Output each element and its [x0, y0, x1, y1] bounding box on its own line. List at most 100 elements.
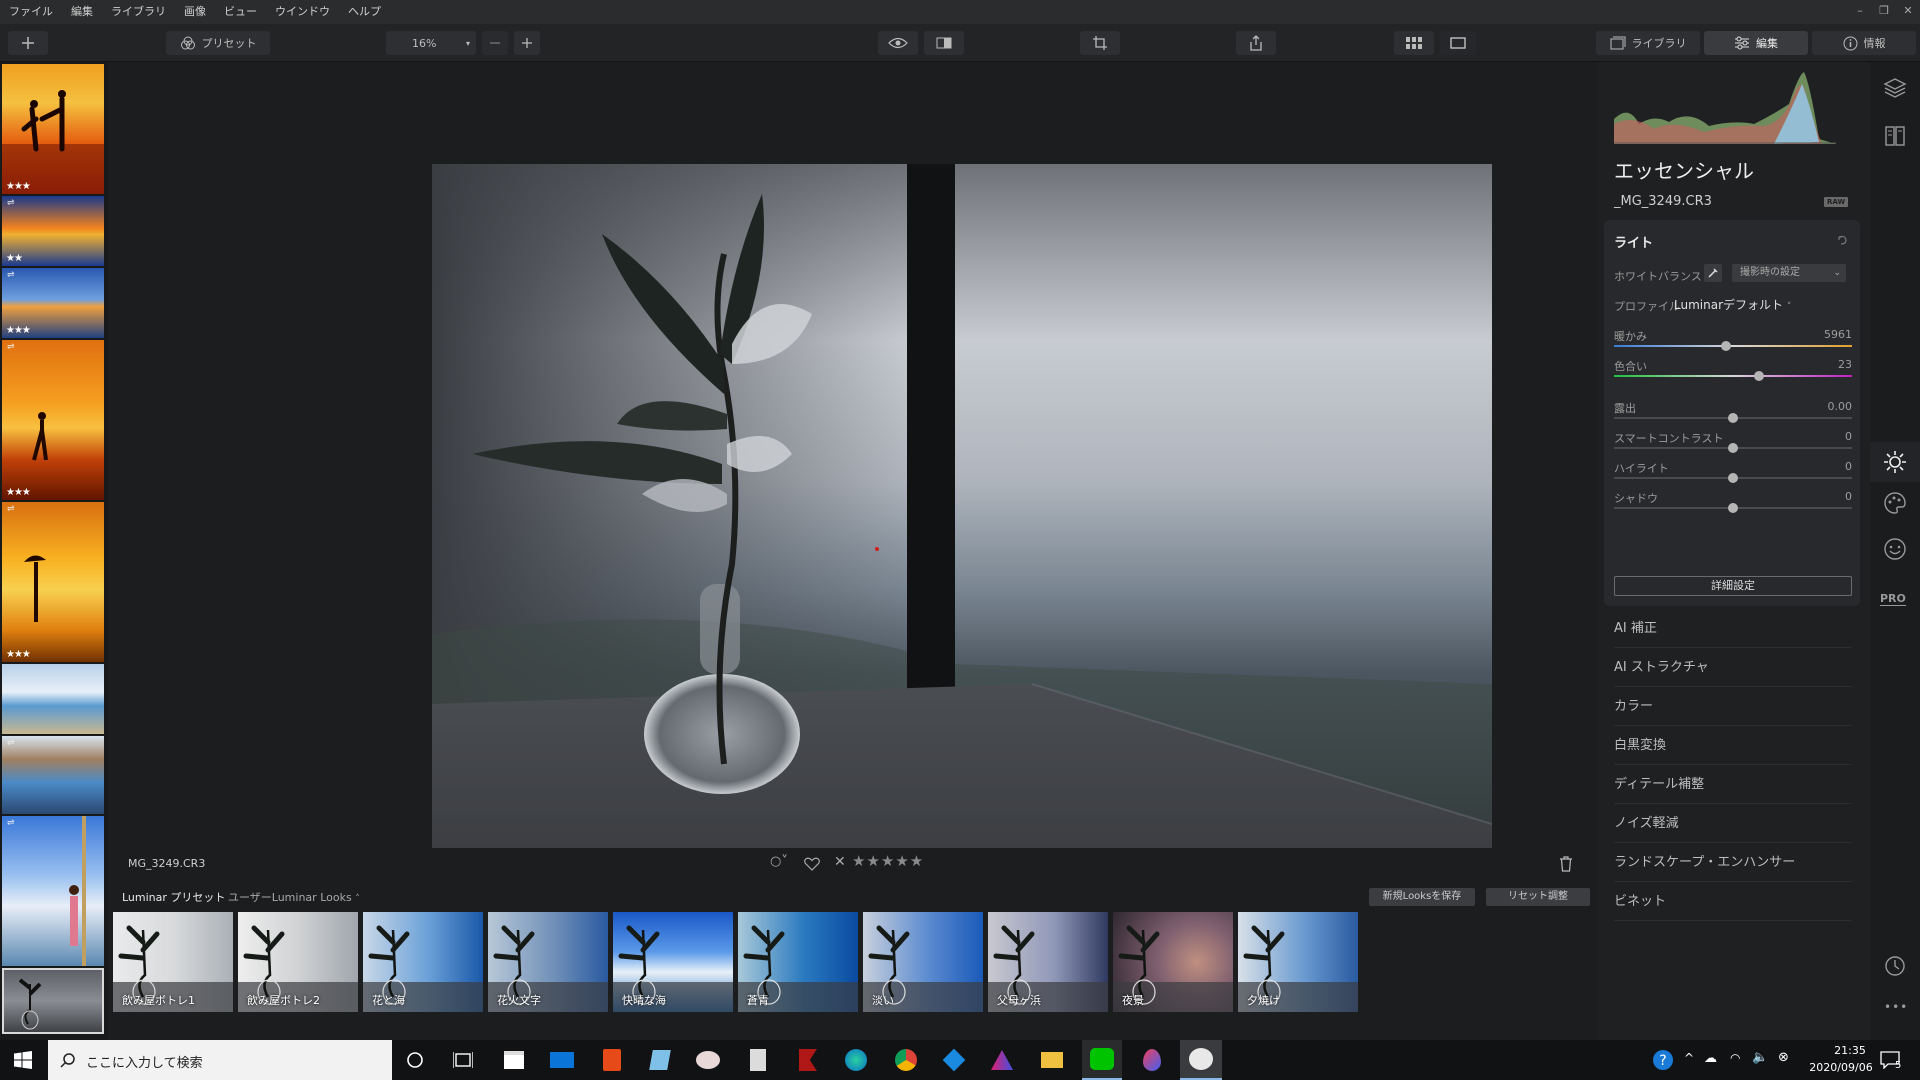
section-4[interactable]: ディテール補整 — [1614, 766, 1852, 804]
menu-file[interactable]: ファイル — [0, 0, 62, 24]
section-1[interactable]: AI ストラクチャ — [1614, 649, 1852, 687]
preset-thumb[interactable]: 飲み屋ボトレ2 — [238, 912, 358, 1012]
app-cube-icon[interactable] — [936, 1040, 972, 1080]
profile-select[interactable]: Luminarデフォルト ˅ — [1674, 296, 1791, 313]
menu-window[interactable]: ウインドウ — [266, 0, 339, 24]
preset-thumb[interactable]: 夕焼け — [1238, 912, 1358, 1012]
compare-icon[interactable] — [1883, 124, 1907, 148]
filmstrip-thumb[interactable]: ⇌ ★★★ — [2, 340, 104, 500]
preset-thumb[interactable]: 夜景 — [1113, 912, 1233, 1012]
light-header[interactable]: ライト — [1614, 232, 1653, 251]
filmstrip-thumb-selected[interactable] — [2, 968, 104, 1034]
line-icon[interactable] — [1082, 1040, 1122, 1080]
filmstrip-thumb[interactable]: ⇌ ★★★ — [2, 502, 104, 662]
reset-adjustments-button[interactable]: リセット調整 — [1486, 888, 1590, 906]
filmstrip-thumb[interactable]: ⇌ ★★★ — [2, 268, 104, 338]
white-balance-select[interactable]: 撮影時の設定 ⌄ — [1732, 264, 1846, 282]
essentials-tool-button[interactable] — [1870, 442, 1920, 482]
slider-knob[interactable] — [1728, 413, 1738, 423]
layers-icon[interactable] — [1883, 76, 1907, 100]
save-looks-button[interactable]: 新規Looksを保存 — [1369, 888, 1475, 906]
tab-luminar-presets[interactable]: Luminar プリセット — [122, 889, 225, 905]
single-view-button[interactable] — [1440, 31, 1476, 55]
filmstrip-thumb[interactable] — [2, 664, 104, 734]
grid-view-button[interactable] — [1394, 31, 1434, 55]
slider-track[interactable] — [1614, 375, 1852, 377]
taskbar-search[interactable]: ここに入力して検索 — [48, 1040, 392, 1080]
reject-icon[interactable]: ✕ — [834, 854, 846, 870]
tab-library[interactable]: ライブラリ — [1596, 31, 1700, 55]
wifi-icon[interactable]: ◠ — [1730, 1051, 1740, 1065]
filmstrip-thumb[interactable]: ★★★ — [2, 64, 104, 194]
color-label-icon[interactable]: ○˅ — [770, 854, 788, 869]
slider-track[interactable] — [1614, 345, 1852, 347]
preset-thumb[interactable]: 蒼青 — [738, 912, 858, 1012]
section-2[interactable]: カラー — [1614, 688, 1852, 726]
onedrive-icon[interactable]: ☁ — [1704, 1051, 1717, 1066]
history-icon[interactable] — [1883, 954, 1907, 978]
add-button[interactable] — [8, 31, 48, 55]
menu-library[interactable]: ライブラリ — [102, 0, 175, 24]
menu-help[interactable]: ヘルプ — [339, 0, 390, 24]
share-button[interactable] — [1236, 31, 1276, 55]
zoom-out-button[interactable] — [482, 31, 508, 55]
preset-thumb[interactable]: 花火文字 — [488, 912, 608, 1012]
menu-view[interactable]: ビュー — [215, 0, 266, 24]
filmstrip-thumb[interactable]: ⇌ — [2, 736, 104, 814]
zoom-select[interactable]: 16% ▾ — [386, 31, 476, 55]
section-0[interactable]: AI 補正 — [1614, 610, 1852, 648]
cortana-icon[interactable] — [406, 1051, 424, 1069]
office-icon[interactable] — [594, 1040, 630, 1080]
notepad-icon[interactable] — [642, 1040, 678, 1080]
filmstrip-thumb[interactable]: ⇌ ★★ — [2, 196, 104, 266]
store-icon[interactable] — [496, 1040, 532, 1080]
tray-expand-icon[interactable]: ^ — [1684, 1051, 1694, 1065]
slider-knob[interactable] — [1728, 443, 1738, 453]
section-7[interactable]: ビネット — [1614, 883, 1852, 921]
windows-start-icon[interactable] — [14, 1051, 32, 1069]
trash-icon[interactable] — [1559, 856, 1573, 872]
eyedropper-button[interactable] — [1704, 264, 1722, 282]
filmstrip-thumb[interactable]: ⇌ — [2, 816, 104, 966]
menu-image[interactable]: 画像 — [175, 0, 215, 24]
brain-app-icon[interactable] — [690, 1040, 726, 1080]
tab-user-looks[interactable]: ユーザーLuminar Looks ˄ — [228, 889, 360, 905]
maximize-button[interactable]: ❐ — [1872, 0, 1896, 24]
undo-icon[interactable] — [1836, 234, 1848, 246]
affinity-icon[interactable] — [984, 1040, 1020, 1080]
slider-knob[interactable] — [1728, 473, 1738, 483]
preset-button[interactable]: プリセット — [166, 31, 270, 55]
ime-icon[interactable]: ⊗ — [1778, 1050, 1789, 1065]
detail-settings-button[interactable]: 詳細設定 — [1614, 576, 1852, 596]
face-icon[interactable] — [1882, 536, 1908, 562]
tab-edit[interactable]: 編集 — [1704, 31, 1808, 55]
compare-button[interactable] — [924, 31, 964, 55]
main-photo[interactable] — [432, 164, 1492, 871]
pro-icon[interactable]: PRO — [1880, 592, 1906, 606]
color-drop-icon[interactable] — [1132, 1040, 1172, 1080]
help-icon[interactable]: ? — [1652, 1049, 1674, 1071]
tab-info[interactable]: 情報 — [1812, 31, 1916, 55]
preview-eye-button[interactable] — [878, 31, 918, 55]
zoom-in-button[interactable] — [514, 31, 540, 55]
chrome-icon[interactable] — [888, 1040, 924, 1080]
mail-icon[interactable] — [544, 1040, 580, 1080]
image-canvas[interactable] — [110, 62, 1588, 871]
clock-date[interactable]: 2020/09/06 — [1800, 1061, 1882, 1074]
calculator-icon[interactable] — [740, 1040, 776, 1080]
task-view-icon[interactable] — [453, 1051, 473, 1069]
close-button[interactable]: ✕ — [1896, 0, 1920, 24]
edge-icon[interactable] — [838, 1040, 874, 1080]
preset-thumb[interactable]: 飲み屋ボトレ1 — [113, 912, 233, 1012]
menu-edit[interactable]: 編集 — [62, 0, 102, 24]
slider-knob[interactable] — [1720, 341, 1731, 351]
crop-button[interactable] — [1080, 31, 1120, 55]
heart-icon[interactable] — [804, 857, 820, 871]
file-explorer-icon[interactable] — [1034, 1040, 1070, 1080]
preset-thumb[interactable]: 花と海 — [363, 912, 483, 1012]
slider-knob[interactable] — [1754, 371, 1765, 381]
slider-knob[interactable] — [1728, 503, 1738, 513]
flag-app-icon[interactable] — [790, 1040, 826, 1080]
preset-thumb[interactable]: 快晴な海 — [613, 912, 733, 1012]
preset-thumb[interactable]: 父母ヶ浜 — [988, 912, 1108, 1012]
